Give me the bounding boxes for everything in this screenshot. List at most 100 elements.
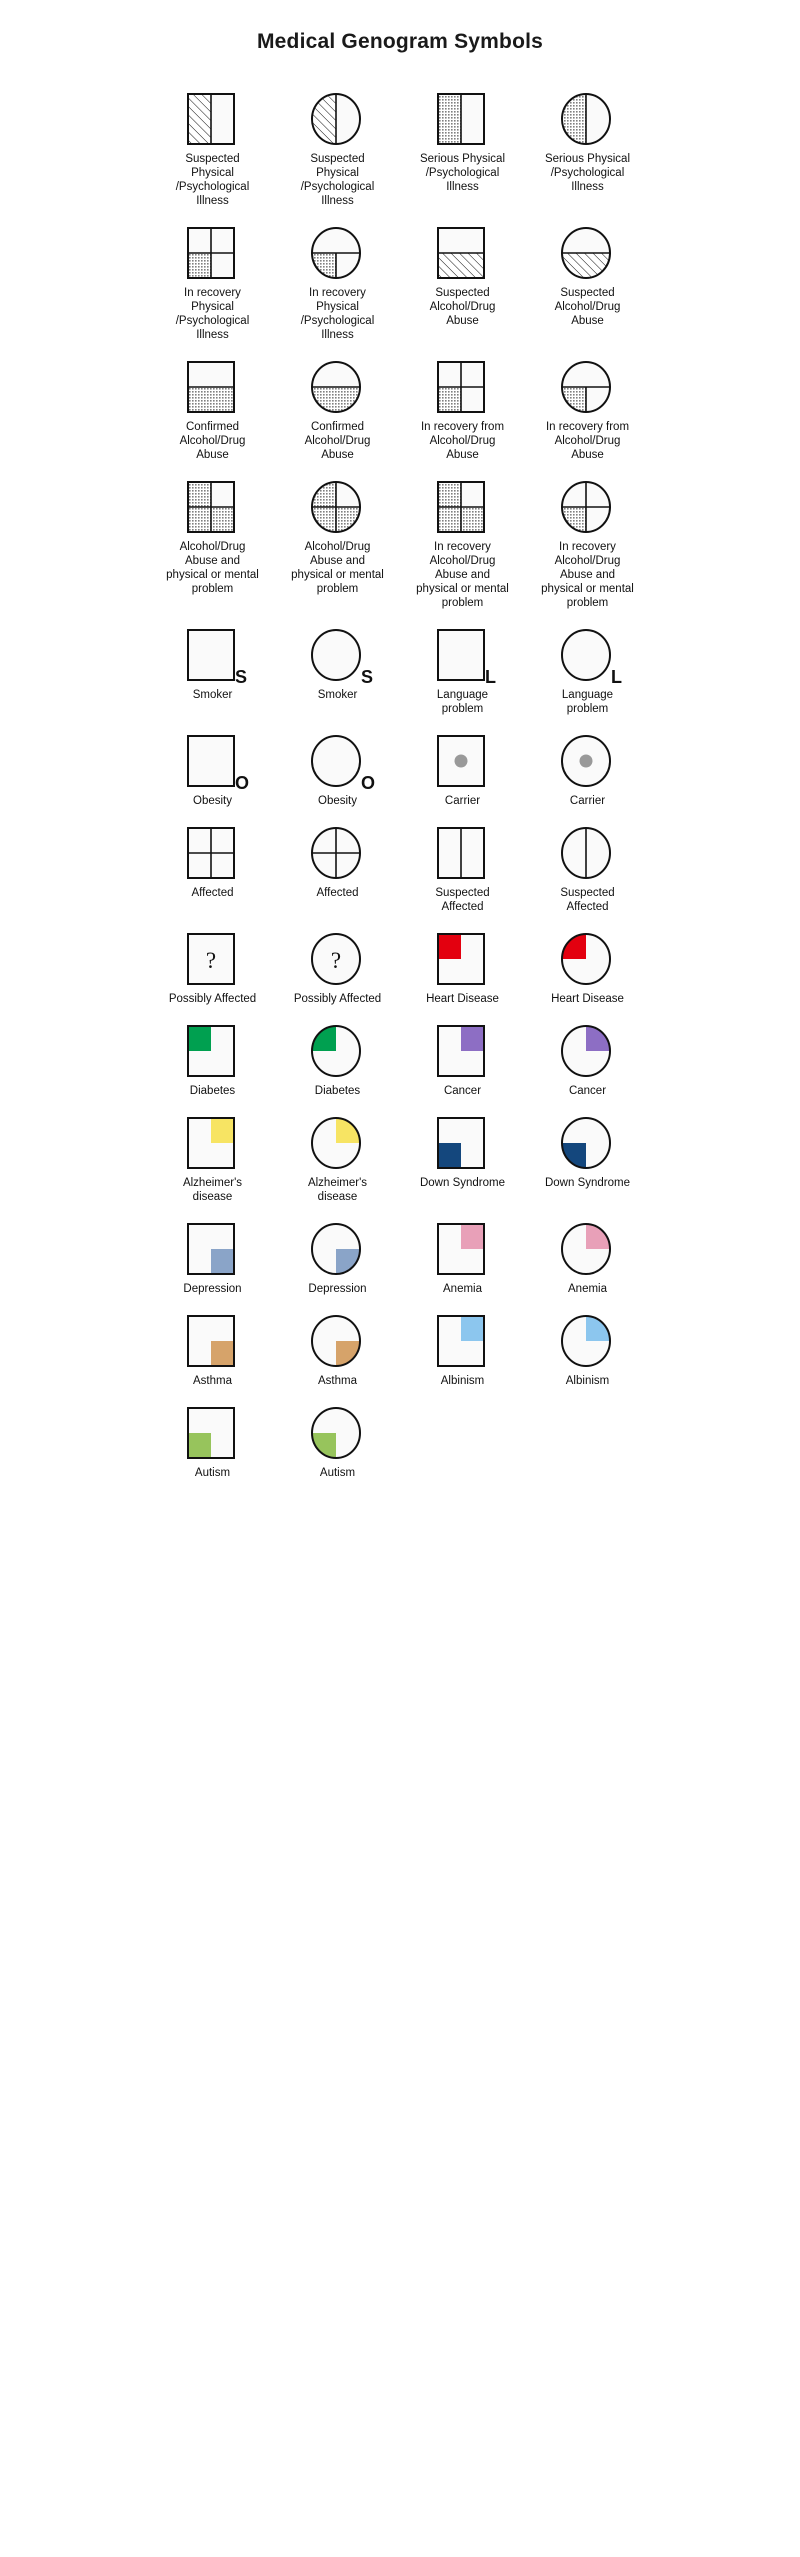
genogram-symbol-icon (555, 478, 621, 536)
symbol-cell[interactable]: Down Syndrome (400, 1100, 525, 1192)
symbol-cell[interactable]: O Obesity (150, 718, 275, 810)
genogram-symbol-icon (180, 1220, 246, 1278)
symbol-cell[interactable]: Suspected Affected (525, 810, 650, 916)
symbol-cell[interactable]: Heart Disease (525, 916, 650, 1008)
symbol-label: Obesity (193, 795, 232, 807)
symbol-cell[interactable]: Suspected Alcohol/Drug Abuse (525, 210, 650, 330)
genogram-symbol-icon (430, 1114, 496, 1172)
symbol-cell[interactable]: Alcohol/Drug Abuse and physical or menta… (275, 464, 400, 598)
symbol-label: Asthma (193, 1375, 232, 1387)
symbol-label: In recovery Alcohol/Drug Abuse and physi… (416, 541, 509, 609)
symbol-cell[interactable]: Confirmed Alcohol/Drug Abuse (275, 344, 400, 464)
genogram-symbol-icon: L (430, 626, 496, 687)
symbol-cell[interactable]: Affected (275, 810, 400, 902)
symbol-cell[interactable]: Carrier (400, 718, 525, 810)
symbol-cell[interactable]: Autism (275, 1390, 400, 1482)
symbol-cell[interactable]: In recovery Physical /Psychological Illn… (150, 210, 275, 344)
symbol-cell[interactable]: Alcohol/Drug Abuse and physical or menta… (150, 464, 275, 598)
symbol-cell[interactable]: O Obesity (275, 718, 400, 810)
genogram-symbol-icon (555, 732, 621, 790)
genogram-symbol-icon (555, 90, 621, 148)
symbol-cell[interactable]: Anemia (525, 1206, 650, 1298)
symbol-cell[interactable]: Serious Physical /Psychological Illness (400, 76, 525, 196)
symbol-cell[interactable]: Asthma (275, 1298, 400, 1390)
symbol-label: Asthma (318, 1375, 357, 1387)
symbol-cell[interactable]: Confirmed Alcohol/Drug Abuse (150, 344, 275, 464)
symbol-cell[interactable]: In recovery from Alcohol/Drug Abuse (525, 344, 650, 464)
symbol-grid: Suspected Physical /Psychological Illnes… (150, 58, 650, 1482)
page-title: Medical Genogram Symbols (256, 30, 544, 53)
svg-text:?: ? (330, 948, 340, 973)
symbol-label: In recovery Physical /Psychological Illn… (300, 287, 375, 341)
symbol-cell[interactable]: Heart Disease (400, 916, 525, 1008)
symbol-cell[interactable]: L Language problem (525, 612, 650, 718)
symbol-cell[interactable]: In recovery Physical /Psychological Illn… (275, 210, 400, 344)
symbol-cell[interactable]: Depression (275, 1206, 400, 1298)
symbol-label: In recovery Alcohol/Drug Abuse and physi… (541, 541, 634, 609)
genogram-symbol-icon (305, 358, 371, 416)
symbol-cell[interactable]: Suspected Physical /Psychological Illnes… (150, 76, 275, 210)
symbol-label: Confirmed Alcohol/Drug Abuse (179, 421, 246, 461)
genogram-symbol-icon (305, 1022, 371, 1080)
symbol-row: Affected Affected Suspected Affected Suspec… (150, 810, 650, 916)
symbol-label: Suspected Physical /Psychological Illnes… (175, 153, 250, 207)
genogram-symbol-icon (305, 1404, 371, 1462)
symbol-cell[interactable]: Alzheimer's disease (275, 1100, 400, 1206)
symbol-cell[interactable]: Cancer (525, 1008, 650, 1100)
genogram-symbol-icon: L (555, 626, 622, 687)
symbol-cell[interactable]: Serious Physical /Psychological Illness (525, 76, 650, 196)
symbol-cell[interactable]: Diabetes (275, 1008, 400, 1100)
svg-text:O: O (361, 773, 375, 793)
symbol-cell[interactable]: Affected (150, 810, 275, 902)
symbol-row: Depression Depression Anemia Anemia (150, 1206, 650, 1298)
symbol-cell[interactable]: In recovery from Alcohol/Drug Abuse (400, 344, 525, 464)
symbol-label: Affected (316, 887, 359, 899)
symbol-cell[interactable]: Suspected Physical /Psychological Illnes… (275, 76, 400, 210)
symbol-cell[interactable]: L Language problem (400, 612, 525, 718)
symbol-cell[interactable]: Diabetes (150, 1008, 275, 1100)
symbol-cell[interactable]: Suspected Affected (400, 810, 525, 916)
symbol-row: Alzheimer's disease Alzheimer's disease Do… (150, 1100, 650, 1206)
symbol-cell[interactable]: ? Possibly Affected (275, 916, 400, 1008)
symbol-label: Diabetes (189, 1085, 236, 1097)
genogram-symbol-icon: S (180, 626, 247, 687)
genogram-symbol-icon (430, 1220, 496, 1278)
symbol-label: Possibly Affected (293, 993, 382, 1005)
symbol-label: Heart Disease (551, 993, 624, 1005)
symbol-cell[interactable]: Autism (150, 1390, 275, 1482)
symbol-label: Cancer (443, 1085, 482, 1097)
symbol-label: Smoker (317, 689, 358, 701)
symbol-cell[interactable]: S Smoker (150, 612, 275, 704)
symbol-cell[interactable]: Cancer (400, 1008, 525, 1100)
genogram-symbol-icon (430, 90, 496, 148)
symbol-label: Alcohol/Drug Abuse and physical or menta… (166, 541, 259, 595)
symbol-cell[interactable]: Depression (150, 1206, 275, 1298)
symbol-cell[interactable]: Carrier (525, 718, 650, 810)
symbol-label: Autism (194, 1467, 231, 1479)
symbol-label: Carrier (444, 795, 481, 807)
symbol-cell[interactable]: Suspected Alcohol/Drug Abuse (400, 210, 525, 330)
symbol-cell[interactable]: Down Syndrome (525, 1100, 650, 1192)
genogram-symbol-icon: ? (180, 930, 246, 988)
symbol-cell[interactable]: Albinism (525, 1298, 650, 1390)
symbol-label: Down Syndrome (544, 1177, 630, 1189)
symbol-cell[interactable]: Anemia (400, 1206, 525, 1298)
symbol-label: Albinism (565, 1375, 610, 1387)
symbol-label: In recovery from Alcohol/Drug Abuse (545, 421, 630, 461)
svg-text:O: O (235, 773, 249, 793)
symbol-row: O Obesity O Obesity Carrier Carrier (150, 718, 650, 810)
genogram-symbol-icon (180, 1312, 246, 1370)
symbol-label: Confirmed Alcohol/Drug Abuse (304, 421, 371, 461)
genogram-symbol-icon (430, 1312, 496, 1370)
symbol-cell[interactable]: In recovery Alcohol/Drug Abuse and physi… (400, 464, 525, 612)
svg-text:L: L (611, 667, 622, 687)
symbol-cell[interactable]: ? Possibly Affected (150, 916, 275, 1008)
symbol-cell[interactable]: Albinism (400, 1298, 525, 1390)
symbol-cell[interactable]: In recovery Alcohol/Drug Abuse and physi… (525, 464, 650, 612)
symbol-label: Suspected Affected (560, 887, 615, 913)
symbol-cell[interactable]: Alzheimer's disease (150, 1100, 275, 1206)
symbol-cell[interactable]: Asthma (150, 1298, 275, 1390)
genogram-symbol-icon (180, 90, 246, 148)
genogram-symbol-icon: S (305, 626, 373, 687)
symbol-cell[interactable]: S Smoker (275, 612, 400, 704)
